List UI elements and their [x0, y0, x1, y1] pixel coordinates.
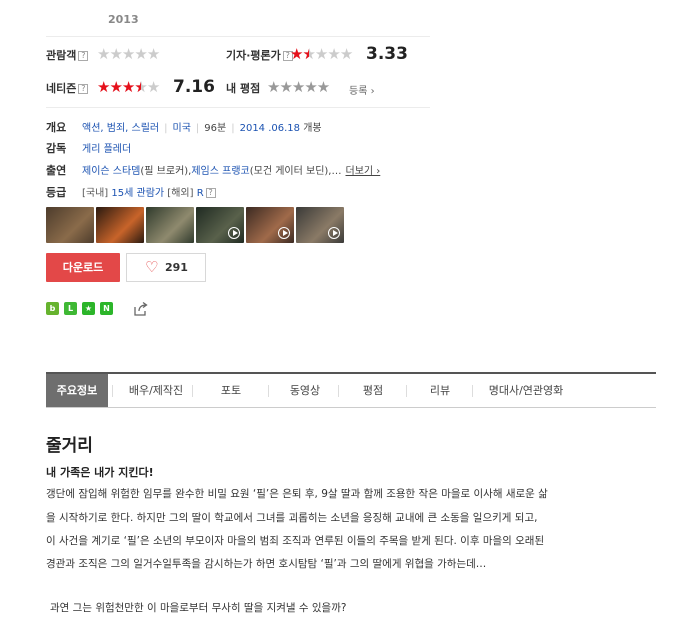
tab-6[interactable]: 명대사/연관영화 — [476, 374, 576, 407]
tab-divider — [192, 385, 193, 397]
synopsis-line: 이 사건을 계기로 ‘필’은 소년의 부모이자 마을의 범죄 조직과 연루된 이… — [46, 535, 545, 547]
actor-link[interactable]: 제이슨 스타뎀 — [82, 166, 140, 177]
synopsis-line: 경관과 조직은 그의 일거수일투족을 감시하는가 하면 호시탐탐 ‘필’과 그의… — [46, 558, 487, 570]
release-year: 2013 — [108, 13, 139, 26]
like-count: 291 — [165, 261, 188, 274]
director-link[interactable]: 게리 플레더 — [82, 144, 131, 155]
cast-more-link[interactable]: 더보기 › — [346, 166, 381, 177]
line-icon[interactable]: L — [64, 302, 77, 315]
thumbnail-video-3[interactable] — [296, 207, 344, 243]
country-link[interactable]: 미국 — [173, 123, 191, 134]
cast-label: 출연 — [46, 164, 67, 177]
thumbnail-video-1[interactable] — [196, 207, 244, 243]
register-rating-link[interactable]: 등록 › — [349, 82, 375, 97]
tab-3[interactable]: 동영상 — [272, 374, 338, 407]
grade-label: 등급 — [46, 186, 67, 199]
domestic-grade-link[interactable]: 15세 관람가 — [111, 188, 164, 199]
play-icon — [228, 227, 240, 239]
help-icon[interactable]: ? — [205, 188, 216, 198]
genre-links[interactable]: 액션, 범죄, 스릴러 — [82, 123, 159, 134]
critic-score: 3.33 — [366, 44, 408, 64]
critic-stars: ★★★★★★ — [290, 45, 353, 63]
tab-5[interactable]: 리뷰 — [410, 374, 470, 407]
naver-icon[interactable]: N — [100, 302, 113, 315]
synopsis-line: 을 시작하기로 한다. 하지만 그의 딸이 학교에서 그녀를 괴롭히는 소년을 … — [46, 512, 538, 524]
media-thumbnails — [46, 207, 356, 243]
thumbnail-still-3[interactable] — [146, 207, 194, 243]
play-icon — [278, 227, 290, 239]
director-label: 감독 — [46, 142, 67, 155]
audience-rating-label: 관람객 — [46, 49, 77, 62]
thumbnail-still-2[interactable] — [96, 207, 144, 243]
actor-link[interactable]: 제임스 프랭코 — [191, 166, 249, 177]
tab-divider — [472, 385, 473, 397]
divider — [46, 107, 430, 108]
director-values: 게리 플레더 — [82, 140, 131, 155]
release-suffix: 개봉 — [300, 123, 322, 134]
help-icon[interactable]: ? — [78, 84, 89, 94]
synopsis-tagline: 내 가족은 내가 지킨다! — [46, 466, 154, 479]
share-icon[interactable] — [133, 301, 149, 317]
audience-rating: 관람객? — [46, 47, 89, 63]
tab-divider — [338, 385, 339, 397]
grade-values: [국내] 15세 관람가 [해외] R? — [82, 184, 216, 199]
actor-role: (모건 게이터 보딘),… — [249, 166, 342, 177]
my-rating-stars[interactable]: ★★★★★ — [267, 79, 330, 95]
divider — [46, 36, 430, 37]
synopsis-line: 갱단에 잠입해 위험한 임무를 완수한 비밀 요원 ‘필’은 은퇴 후, 9살 … — [46, 488, 548, 500]
like-button[interactable]: ♡ 291 — [126, 253, 206, 282]
synopsis-question: 과연 그는 위험천만한 이 마을로부터 무사히 딸을 지켜낼 수 있을까? — [50, 602, 347, 614]
critic-rating-label: 기자·평론가 — [226, 49, 281, 62]
tab-divider — [268, 385, 269, 397]
audience-stars: ★★★★★ — [97, 45, 160, 63]
thumbnail-still-1[interactable] — [46, 207, 94, 243]
netizen-stars: ★★★★★★ — [97, 78, 160, 96]
netizen-rating-label: 네티즌 — [46, 82, 77, 95]
tab-divider — [406, 385, 407, 397]
critic-rating: 기자·평론가? — [226, 47, 293, 63]
my-rating-label: 내 평점 — [226, 82, 261, 95]
tab-2[interactable]: 포토 — [196, 374, 266, 407]
release-date-link[interactable]: 2014 .06.18 — [240, 123, 300, 134]
foreign-grade-link[interactable]: R — [197, 188, 204, 199]
domestic-tag: [국내] — [82, 188, 109, 199]
naver-blog-icon[interactable]: b — [46, 302, 59, 315]
thumbnail-video-2[interactable] — [246, 207, 294, 243]
cast-values: 제이슨 스타뎀(필 브로커),제임스 프랭코(모건 게이터 보딘),… 더보기 › — [82, 162, 380, 177]
foreign-tag: [해외] — [167, 188, 194, 199]
tab-1[interactable]: 배우/제작진 — [116, 374, 196, 407]
tab-bar: 주요정보 배우/제작진 포토 동영상 평점 리뷰 명대사/연관영화 — [46, 372, 656, 408]
help-icon[interactable]: ? — [78, 51, 89, 61]
netizen-score: 7.16 — [173, 77, 215, 97]
download-button[interactable]: 다운로드 — [46, 253, 120, 282]
heart-icon: ♡ — [145, 258, 159, 276]
overview-values: 액션, 범죄, 스릴러 | 미국 | 96분 | 2014 .06.18 개봉 — [82, 123, 322, 134]
tab-divider — [112, 385, 113, 397]
overview-label: 개요 — [46, 121, 67, 134]
tab-0[interactable]: 주요정보 — [46, 374, 108, 407]
actor-role: (필 브로커), — [140, 166, 192, 177]
netizen-rating: 네티즌? — [46, 80, 89, 96]
synopsis-heading: 줄거리 — [46, 436, 93, 456]
bookmark-star-icon[interactable]: ★ — [82, 302, 95, 315]
tab-4[interactable]: 평점 — [342, 374, 404, 407]
play-icon — [328, 227, 340, 239]
runtime: 96분 — [204, 123, 227, 134]
